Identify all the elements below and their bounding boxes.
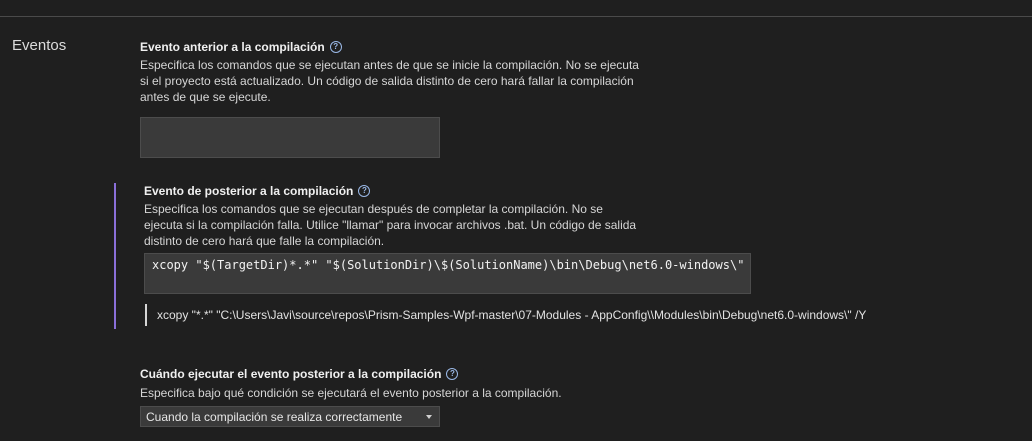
run-postbuild-group: Cuándo ejecutar el evento posterior a la… — [140, 367, 660, 427]
postbuild-title: Evento de posterior a la compilación — [144, 184, 354, 198]
run-postbuild-description: Especifica bajo qué condición se ejecuta… — [140, 386, 562, 400]
postbuild-command-preview: xcopy "*.*" "C:\Users\Javi\source\repos\… — [157, 308, 867, 322]
postbuild-command-input[interactable]: xcopy "$(TargetDir)*.*" "$(SolutionDir)\… — [144, 253, 751, 294]
prebuild-title-row: Evento anterior a la compilación ? — [140, 40, 660, 54]
preview-indicator — [145, 304, 147, 326]
chevron-down-icon — [426, 414, 432, 419]
postbuild-title-row: Evento de posterior a la compilación ? — [144, 184, 764, 198]
top-divider — [0, 16, 1032, 17]
help-icon[interactable]: ? — [358, 185, 371, 197]
build-events-page: Eventos Evento anterior a la compilación… — [0, 0, 1032, 441]
help-icon[interactable]: ? — [446, 368, 459, 380]
prebuild-event-group: Evento anterior a la compilación ? Espec… — [140, 40, 660, 158]
postbuild-focus-indicator — [114, 183, 116, 329]
run-postbuild-title-row: Cuándo ejecutar el evento posterior a la… — [140, 367, 660, 381]
prebuild-title: Evento anterior a la compilación — [140, 40, 325, 54]
run-postbuild-dropdown[interactable]: Cuando la compilación se realiza correct… — [140, 406, 440, 427]
section-title: Eventos — [12, 37, 67, 54]
run-postbuild-title: Cuándo ejecutar el evento posterior a la… — [140, 367, 442, 381]
prebuild-command-input[interactable] — [140, 117, 440, 158]
prebuild-description: Especifica los comandos que se ejecutan … — [140, 58, 639, 104]
postbuild-event-group: Evento de posterior a la compilación ? E… — [144, 184, 764, 294]
run-postbuild-selected: Cuando la compilación se realiza correct… — [146, 409, 403, 424]
postbuild-description: Especifica los comandos que se ejecutan … — [144, 202, 637, 248]
help-icon[interactable]: ? — [329, 41, 342, 53]
